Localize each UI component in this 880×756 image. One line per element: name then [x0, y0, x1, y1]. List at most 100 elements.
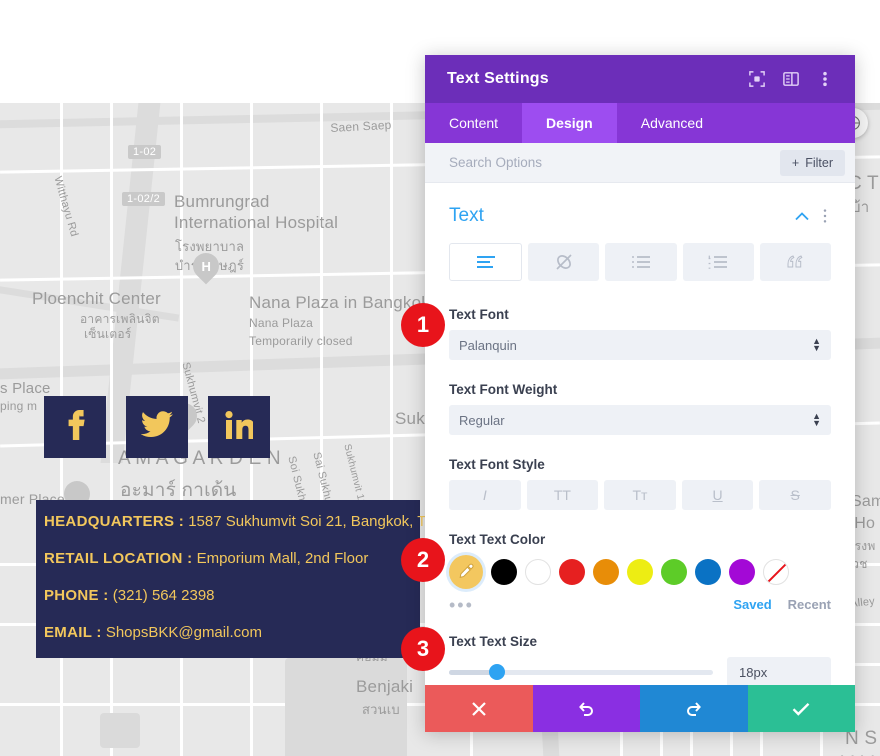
- text-size-value[interactable]: 18px: [727, 657, 831, 685]
- contact-key: RETAIL LOCATION :: [44, 550, 192, 567]
- eyedropper-swatch[interactable]: [449, 555, 483, 589]
- map-label: 1-02/2: [122, 192, 165, 206]
- contact-value: 1587 Sukhumvit Soi 21, Bangkok, T: [184, 513, 426, 530]
- more-vertical-icon[interactable]: [819, 208, 831, 224]
- panel-tabs: ContentDesignAdvanced: [425, 103, 855, 143]
- text-font-value: Palanquin: [459, 338, 812, 353]
- panel-header: Text Settings: [425, 55, 855, 103]
- text-text-color-field: Text Text Color ••• Saved Recent: [449, 532, 831, 612]
- underline-button[interactable]: U: [682, 480, 754, 510]
- step-badge-1: 1: [401, 303, 445, 347]
- social-links: [44, 396, 270, 458]
- saved-colors-link[interactable]: Saved: [733, 597, 771, 612]
- more-colors-icon[interactable]: •••: [449, 600, 717, 610]
- text-text-size-label: Text Text Size: [449, 634, 831, 649]
- map-label: Sukl: [395, 409, 429, 429]
- text-font-weight-label: Text Font Weight: [449, 382, 831, 397]
- map-label: Temporarily closed: [249, 334, 353, 348]
- panel-footer: [425, 685, 855, 732]
- contact-value: Emporium Mall, 2nd Floor: [192, 550, 368, 567]
- swatch-green[interactable]: [661, 559, 687, 585]
- map-label: 1-02: [128, 145, 161, 159]
- map-label: Benjaki: [356, 677, 413, 697]
- capitalize-button[interactable]: Tᴛ: [604, 480, 676, 510]
- swatch-transparent[interactable]: [763, 559, 789, 585]
- text-text-size-field: Text Text Size 18px: [449, 634, 831, 685]
- contact-line: EMAIL : ShopsBKK@gmail.com: [44, 625, 420, 640]
- contact-line: PHONE : (321) 564 2398: [44, 588, 420, 603]
- swatch-red[interactable]: [559, 559, 585, 585]
- more-vertical-icon[interactable]: [811, 65, 839, 93]
- tab-design[interactable]: Design: [522, 103, 617, 143]
- swatch-purple[interactable]: [729, 559, 755, 585]
- map-label: s Place: [0, 380, 51, 397]
- contact-key: PHONE :: [44, 587, 109, 604]
- select-arrows-icon: ▲▼: [812, 413, 821, 427]
- recent-colors-link[interactable]: Recent: [788, 597, 831, 612]
- contact-value: ShopsBKK@gmail.com: [102, 624, 262, 641]
- contact-key: HEADQUARTERS :: [44, 513, 184, 530]
- tab-content[interactable]: Content: [425, 103, 522, 143]
- plus-icon: +: [792, 156, 799, 170]
- undo-button[interactable]: [533, 685, 641, 732]
- font-style-buttons: ITTTᴛUS: [449, 480, 831, 510]
- chevron-up-icon[interactable]: [795, 212, 809, 221]
- search-options-row: + Filter: [425, 143, 855, 183]
- save-button[interactable]: [748, 685, 856, 732]
- text-font-style-field: Text Font Style ITTTᴛUS: [449, 457, 831, 510]
- facebook-button[interactable]: [44, 396, 106, 458]
- text-font-label: Text Font: [449, 307, 831, 322]
- text-size-slider[interactable]: [449, 670, 713, 675]
- map-label: Nana Plaza: [249, 316, 313, 330]
- strikethrough-button[interactable]: S: [759, 480, 831, 510]
- panel-body: Text: [425, 183, 855, 685]
- text-font-weight-value: Regular: [459, 413, 812, 428]
- redo-button[interactable]: [640, 685, 748, 732]
- contact-key: EMAIL :: [44, 624, 102, 641]
- paragraph-align-icon[interactable]: [449, 243, 522, 281]
- focus-icon[interactable]: [743, 65, 771, 93]
- color-sub-row: ••• Saved Recent: [449, 597, 831, 612]
- text-font-select[interactable]: Palanquin ▲▼: [449, 330, 831, 360]
- filter-button[interactable]: + Filter: [780, 150, 845, 176]
- uppercase-button[interactable]: TT: [527, 480, 599, 510]
- text-text-color-label: Text Text Color: [449, 532, 831, 547]
- map-label: Nana Plaza in Bangkok: [249, 293, 430, 313]
- italic-button[interactable]: I: [449, 480, 521, 510]
- contact-line: HEADQUARTERS : 1587 Sukhumvit Soi 21, Ba…: [44, 514, 420, 529]
- text-font-weight-select[interactable]: Regular ▲▼: [449, 405, 831, 435]
- swatch-black[interactable]: [491, 559, 517, 585]
- contact-info-module[interactable]: HEADQUARTERS : 1587 Sukhumvit Soi 21, Ba…: [36, 500, 420, 658]
- contact-value: (321) 564 2398: [109, 587, 215, 604]
- swatch-blue[interactable]: [695, 559, 721, 585]
- blockquote-icon[interactable]: [760, 243, 831, 281]
- map-label: สวนเบ: [362, 699, 400, 720]
- map-label: Ploenchit Center: [32, 289, 161, 309]
- text-font-weight-field: Text Font Weight Regular ▲▼: [449, 382, 831, 435]
- text-settings-panel: Text Settings ContentDesignA: [425, 55, 855, 732]
- linkedin-button[interactable]: [208, 396, 270, 458]
- text-section-header: Text: [449, 205, 831, 227]
- cancel-button[interactable]: [425, 685, 533, 732]
- map-label: Bumrungrad: [174, 192, 270, 212]
- text-font-field: Text Font Palanquin ▲▼: [449, 307, 831, 360]
- map-label: ping m: [0, 399, 37, 413]
- twitter-button[interactable]: [126, 396, 188, 458]
- swatch-orange[interactable]: [593, 559, 619, 585]
- layout-panel-icon[interactable]: [777, 65, 805, 93]
- swatch-yellow[interactable]: [627, 559, 653, 585]
- slider-thumb[interactable]: [489, 664, 505, 680]
- link-off-icon[interactable]: [528, 243, 599, 281]
- ordered-list-icon[interactable]: [683, 243, 754, 281]
- text-format-toolbar: [449, 243, 831, 281]
- tab-advanced[interactable]: Advanced: [617, 103, 727, 143]
- filter-label: Filter: [805, 156, 833, 170]
- search-input[interactable]: [449, 155, 780, 170]
- screen-root: Saen Saep1-021-02/2Witthayu RdBumrungrad…: [0, 0, 880, 756]
- unordered-list-icon[interactable]: [605, 243, 676, 281]
- select-arrows-icon: ▲▼: [812, 338, 821, 352]
- map-label: Sam: [851, 493, 880, 511]
- hospital-marker[interactable]: H: [193, 253, 219, 287]
- twitter-icon: [141, 411, 173, 444]
- swatch-white[interactable]: [525, 559, 551, 585]
